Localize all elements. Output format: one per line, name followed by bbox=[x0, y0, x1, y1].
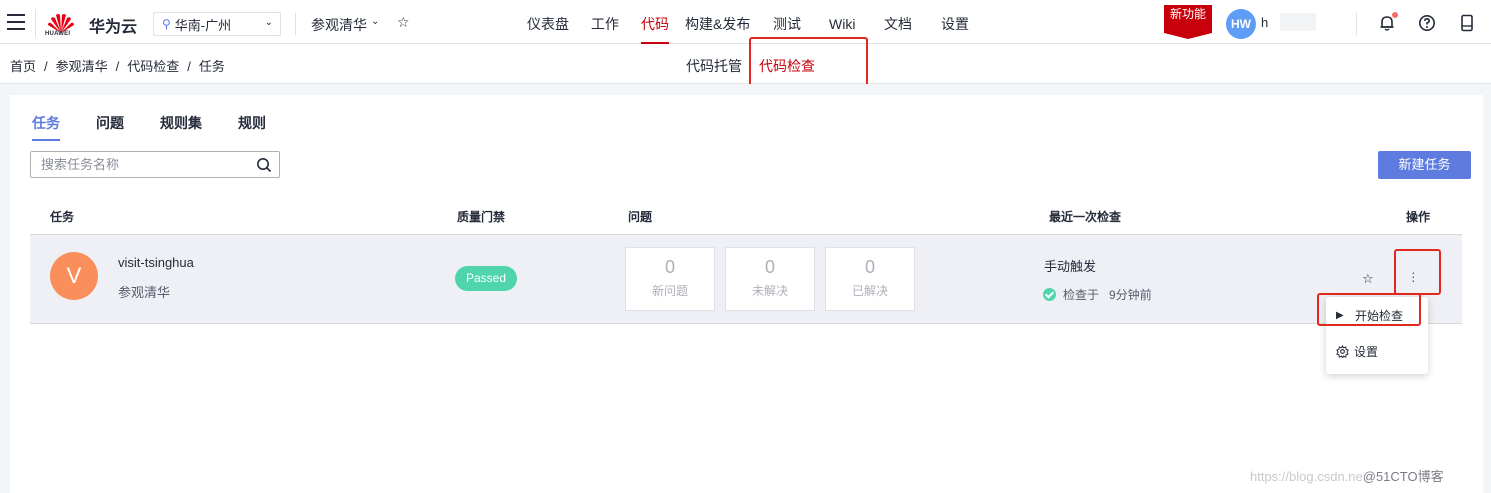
brand-name[interactable]: 华为云 bbox=[89, 13, 137, 37]
tab-rules[interactable]: 规则 bbox=[238, 113, 266, 133]
stat-label: 新问题 bbox=[651, 284, 688, 298]
sub-nav-bar: 首页 / 参观清华 / 代码检查 / 任务 代码托管 代码检查 bbox=[0, 44, 1491, 84]
stat-new-issues[interactable]: 0 新问题 bbox=[625, 247, 715, 311]
notification-dot bbox=[1392, 12, 1398, 18]
nav-settings[interactable]: 设置 bbox=[941, 0, 969, 44]
tab-tasks[interactable]: 任务 bbox=[32, 113, 60, 141]
column-header-issues: 问题 bbox=[628, 210, 653, 224]
divider bbox=[1356, 13, 1357, 35]
help-icon[interactable] bbox=[1418, 14, 1436, 32]
highlight-box bbox=[1394, 249, 1441, 295]
gear-icon bbox=[1336, 345, 1349, 358]
breadcrumb-project[interactable]: 参观清华 bbox=[56, 59, 108, 74]
star-icon[interactable]: ☆ bbox=[397, 14, 410, 31]
breadcrumb: 首页 / 参观清华 / 代码检查 / 任务 bbox=[10, 59, 225, 74]
watermark: https://blog.csdn.ne@51CTO博客 bbox=[1250, 466, 1444, 485]
task-name[interactable]: visit-tsinghua bbox=[118, 255, 194, 270]
breadcrumb-codecheck[interactable]: 代码检查 bbox=[127, 59, 179, 74]
highlight-box bbox=[749, 37, 868, 89]
breadcrumb-home[interactable]: 首页 bbox=[10, 59, 36, 74]
search-input[interactable] bbox=[31, 152, 246, 177]
project-selector[interactable]: 参观清华 bbox=[311, 15, 367, 35]
menu-item-settings[interactable]: 设置 bbox=[1336, 343, 1378, 360]
stat-value: 0 bbox=[764, 257, 775, 277]
chevron-down-icon[interactable]: ⌄ bbox=[371, 16, 379, 27]
task-project: 参观清华 bbox=[118, 285, 171, 300]
region-label: 华南-广州 bbox=[174, 17, 232, 33]
region-selector[interactable]: ⚲ 华南-广州 ⌄ bbox=[153, 12, 281, 36]
nav-docs[interactable]: 文档 bbox=[884, 0, 912, 44]
column-header-last-check: 最近一次检查 bbox=[1049, 210, 1122, 224]
logo-text: HUAWEI bbox=[45, 31, 71, 37]
breadcrumb-current: 任务 bbox=[198, 59, 225, 74]
checked-label: 检查于 bbox=[1063, 288, 1100, 302]
user-name[interactable]: h bbox=[1261, 15, 1268, 30]
success-check-icon bbox=[1043, 288, 1056, 301]
nav-build-release[interactable]: 构建&发布 bbox=[685, 0, 750, 44]
menu-item-label: 设置 bbox=[1354, 345, 1379, 359]
stat-value: 0 bbox=[864, 257, 875, 277]
column-header-actions: 操作 bbox=[1406, 210, 1431, 224]
subnav-code-hosting[interactable]: 代码托管 bbox=[686, 56, 742, 76]
avatar[interactable]: HW bbox=[1226, 9, 1256, 39]
watermark-site: @51CTO博客 bbox=[1362, 469, 1444, 484]
task-avatar: V bbox=[50, 252, 98, 300]
new-task-button[interactable]: 新建任务 bbox=[1378, 151, 1471, 179]
stat-label: 已解决 bbox=[851, 284, 888, 298]
nav-code[interactable]: 代码 bbox=[641, 0, 669, 44]
stat-unresolved[interactable]: 0 未解决 bbox=[725, 247, 815, 311]
new-feature-badge[interactable]: 新功能 bbox=[1164, 5, 1212, 39]
divider bbox=[295, 13, 296, 35]
nav-work[interactable]: 工作 bbox=[591, 0, 619, 44]
search-box bbox=[30, 151, 280, 178]
chevron-down-icon: ⌄ bbox=[264, 17, 273, 28]
stat-resolved[interactable]: 0 已解决 bbox=[825, 247, 915, 311]
top-bar: HUAWEI 华为云 ⚲ 华南-广州 ⌄ 参观清华 ⌄ ☆ 仪表盘 工作 代码 … bbox=[0, 0, 1491, 44]
last-check-info: 检查于 9分钟前 bbox=[1043, 286, 1152, 303]
status-badge: Passed bbox=[455, 266, 517, 291]
stat-label: 未解决 bbox=[751, 284, 788, 298]
mobile-icon[interactable] bbox=[1458, 14, 1476, 32]
trigger-type: 手动触发 bbox=[1044, 259, 1097, 274]
search-icon[interactable] bbox=[256, 157, 272, 173]
user-name-redacted bbox=[1280, 13, 1316, 31]
highlight-box bbox=[1317, 293, 1421, 326]
column-header-quality-gate: 质量门禁 bbox=[457, 210, 506, 224]
column-header-task: 任务 bbox=[50, 210, 75, 224]
watermark-url: https://blog.csdn.ne bbox=[1250, 469, 1363, 484]
menu-icon[interactable] bbox=[7, 14, 25, 30]
star-icon[interactable]: ☆ bbox=[1362, 271, 1374, 287]
tab-rulesets[interactable]: 规则集 bbox=[160, 113, 202, 133]
stat-value: 0 bbox=[664, 257, 675, 277]
divider bbox=[35, 9, 36, 37]
location-pin-icon: ⚲ bbox=[162, 17, 171, 31]
tab-issues[interactable]: 问题 bbox=[96, 113, 124, 133]
nav-dashboard[interactable]: 仪表盘 bbox=[527, 0, 569, 44]
checked-time: 9分钟前 bbox=[1109, 288, 1152, 302]
